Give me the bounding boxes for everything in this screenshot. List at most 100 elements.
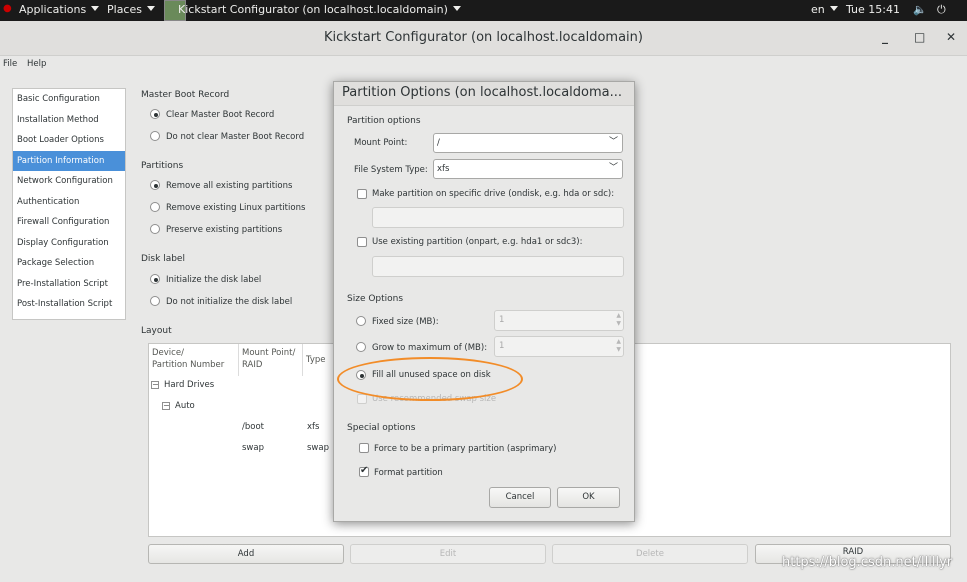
menu-help[interactable]: Help (27, 59, 46, 69)
format-checkbox[interactable] (359, 465, 369, 477)
partition-options-heading: Partition options (347, 116, 421, 126)
fixed-size-value: 1 (499, 315, 505, 325)
tree-hard-drives[interactable]: Hard Drives (164, 380, 214, 390)
grow-spinner[interactable]: 1 ▲ ▼ (494, 336, 624, 357)
ondisk-label: Make partition on specific drive (ondisk… (372, 189, 615, 199)
column-type[interactable]: Type (303, 344, 333, 376)
clear-mbr-radio[interactable] (150, 109, 160, 119)
collapse-icon[interactable]: − (162, 402, 170, 410)
swap-size-checkbox[interactable] (357, 394, 367, 404)
fs-type-value: xfs (437, 164, 450, 174)
redhat-icon: ● (3, 3, 12, 14)
onpart-checkbox[interactable] (357, 237, 367, 247)
asprimary-checkbox[interactable] (359, 443, 369, 453)
init-disklabel-label: Initialize the disk label (166, 275, 262, 285)
onpart-input[interactable] (372, 256, 624, 277)
sidebar-item-boot-loader-options[interactable]: Boot Loader Options (13, 130, 125, 150)
disklabel-heading: Disk label (141, 254, 185, 264)
watermark: https://blog.csdn.net/lllllyr (782, 555, 953, 570)
sidebar-item-package-selection[interactable]: Package Selection (13, 253, 125, 273)
places-menu[interactable]: Places (107, 3, 155, 16)
spinner-arrows-icon: ▲ ▼ (616, 338, 621, 353)
spinner-arrows-icon: ▲ ▼ (616, 312, 621, 327)
remove-all-label: Remove all existing partitions (166, 181, 293, 191)
ondisk-input[interactable] (372, 207, 624, 228)
power-icon[interactable]: ⏻ (937, 3, 946, 17)
chevron-down-icon (829, 6, 838, 11)
size-options-heading: Size Options (347, 294, 404, 304)
grow-value: 1 (499, 341, 505, 351)
maximize-button[interactable]: □ (914, 30, 925, 44)
row-type: xfs (307, 422, 320, 432)
sidebar-item-network-configuration[interactable]: Network Configuration (13, 171, 125, 191)
collapse-icon[interactable]: − (151, 381, 159, 389)
chevron-down-icon (452, 6, 461, 11)
ok-button[interactable]: OK (557, 487, 620, 508)
window-titlebar: Kickstart Configurator (on localhost.loc… (0, 21, 967, 56)
sidebar: Basic Configuration Installation Method … (12, 88, 126, 320)
window-title: Kickstart Configurator (on localhost.loc… (324, 30, 643, 45)
fixed-size-radio[interactable] (356, 316, 366, 326)
applications-menu[interactable]: Applications (19, 3, 100, 16)
sidebar-item-display-configuration[interactable]: Display Configuration (13, 233, 125, 253)
menubar: File Help (0, 56, 967, 72)
partitions-heading: Partitions (141, 161, 184, 171)
layout-heading: Layout (141, 326, 172, 336)
sidebar-item-firewall-configuration[interactable]: Firewall Configuration (13, 212, 125, 232)
chevron-down-icon: ﹀ (608, 137, 618, 147)
fixed-size-spinner[interactable]: 1 ▲ ▼ (494, 310, 624, 331)
mount-point-combo[interactable]: / ﹀ (433, 133, 623, 153)
clock[interactable]: Tue 15:41 (846, 3, 900, 16)
onpart-label: Use existing partition (onpart, e.g. hda… (372, 237, 583, 247)
language-label: en (811, 3, 825, 16)
column-device[interactable]: Device/ Partition Number (149, 344, 239, 376)
fs-type-label: File System Type: (354, 165, 428, 175)
cancel-button[interactable]: Cancel (489, 487, 551, 508)
mbr-heading: Master Boot Record (141, 90, 230, 100)
highlight-ellipse (337, 357, 523, 401)
row-type: swap (307, 443, 329, 453)
sidebar-item-post-installation-script[interactable]: Post-Installation Script (13, 294, 125, 314)
sidebar-item-pre-installation-script[interactable]: Pre-Installation Script (13, 274, 125, 294)
remove-all-radio[interactable] (150, 180, 160, 190)
keep-mbr-label: Do not clear Master Boot Record (166, 132, 305, 142)
clear-mbr-label: Clear Master Boot Record (166, 110, 275, 120)
asprimary-label: Force to be a primary partition (asprima… (374, 444, 557, 454)
row-mount: /boot (242, 422, 264, 432)
keep-mbr-radio[interactable] (150, 131, 160, 141)
fixed-size-label: Fixed size (MB): (372, 317, 439, 327)
no-init-disklabel-radio[interactable] (150, 296, 160, 306)
applications-label: Applications (19, 3, 87, 16)
delete-button[interactable]: Delete (552, 544, 748, 564)
remove-linux-radio[interactable] (150, 202, 160, 212)
sidebar-item-basic-configuration[interactable]: Basic Configuration (13, 89, 125, 109)
sidebar-item-installation-method[interactable]: Installation Method (13, 110, 125, 130)
window-menu[interactable]: Kickstart Configurator (on localhost.loc… (178, 3, 461, 16)
grow-radio[interactable] (356, 342, 366, 352)
language-indicator[interactable]: en (811, 3, 838, 16)
preserve-radio[interactable] (150, 224, 160, 234)
edit-button[interactable]: Edit (350, 544, 546, 564)
tree-auto[interactable]: Auto (175, 401, 195, 411)
grow-label: Grow to maximum of (MB): (372, 343, 488, 353)
fs-type-combo[interactable]: xfs ﹀ (433, 159, 623, 179)
add-button[interactable]: Add (148, 544, 344, 564)
close-button[interactable]: ✕ (946, 30, 956, 44)
menu-file[interactable]: File (3, 59, 17, 69)
window-menu-label: Kickstart Configurator (on localhost.loc… (178, 3, 448, 16)
minimize-button[interactable]: _ (882, 30, 888, 44)
column-mount-point[interactable]: Mount Point/ RAID (239, 344, 303, 376)
sidebar-item-partition-information[interactable]: Partition Information (13, 150, 125, 171)
ondisk-checkbox[interactable] (357, 189, 367, 199)
volume-icon[interactable]: 🔈 (913, 3, 927, 16)
init-disklabel-radio[interactable] (150, 274, 160, 284)
sidebar-item-authentication[interactable]: Authentication (13, 192, 125, 212)
chevron-down-icon: ﹀ (608, 163, 618, 173)
dialog-titlebar: Partition Options (on localhost.localdom… (334, 82, 634, 106)
no-init-disklabel-label: Do not initialize the disk label (166, 297, 293, 307)
special-options-heading: Special options (347, 423, 416, 433)
chevron-down-icon (146, 6, 155, 11)
mount-point-value: / (437, 138, 440, 148)
remove-linux-label: Remove existing Linux partitions (166, 203, 306, 213)
mount-point-label: Mount Point: (354, 138, 408, 148)
